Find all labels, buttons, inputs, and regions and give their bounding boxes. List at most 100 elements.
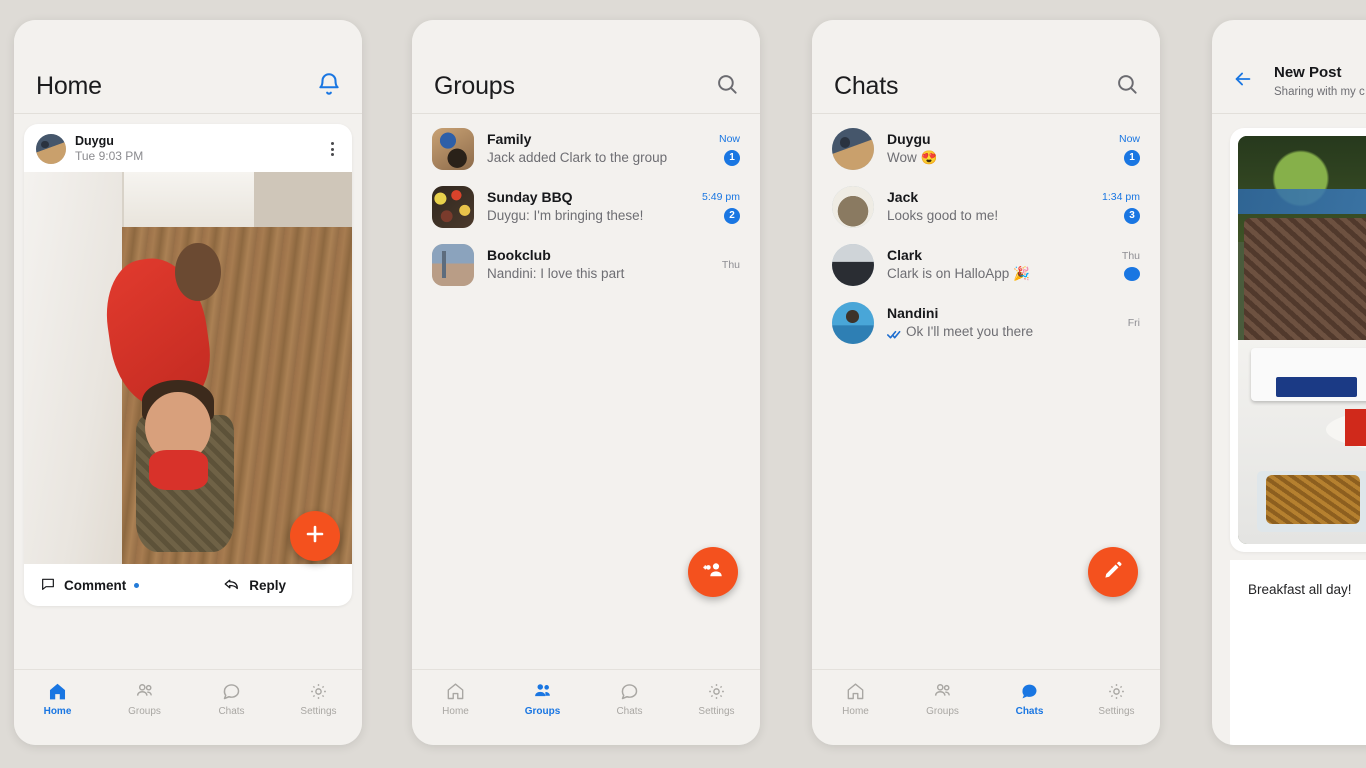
group-preview: Duygu: I'm bringing these! xyxy=(487,208,644,224)
tab-chats[interactable]: Chats xyxy=(586,680,673,717)
timestamp: Fri xyxy=(1127,317,1140,329)
screen-new-post: New Post Sharing with my c Breakfast all xyxy=(1212,20,1366,745)
group-meta: Now 1 xyxy=(696,133,740,166)
groups-list: Family Jack added Clark to the group Now… xyxy=(412,114,760,669)
list-item[interactable]: Jack Looks good to me! 1:34 pm 3 xyxy=(812,178,1160,236)
new-post-body: Breakfast all day! xyxy=(1212,114,1366,745)
avatar xyxy=(832,302,874,344)
list-item[interactable]: Family Jack added Clark to the group Now… xyxy=(412,120,760,178)
unread-badge: 3 xyxy=(1124,207,1140,224)
list-item[interactable]: Clark Clark is on HalloApp 🎉 Thu xyxy=(812,236,1160,294)
timestamp: Thu xyxy=(721,259,740,271)
new-post-caption-area[interactable]: Breakfast all day! xyxy=(1230,560,1366,745)
chat-meta: Now 1 xyxy=(1096,133,1140,166)
home-header: Home xyxy=(14,20,362,114)
chat-meta: Fri xyxy=(1096,317,1140,329)
page-title: Chats xyxy=(834,72,899,100)
tab-label: Groups xyxy=(128,706,161,717)
new-post-fab[interactable] xyxy=(290,511,340,561)
groups-header: Groups xyxy=(412,20,760,114)
new-post-audience: Sharing with my c xyxy=(1274,85,1365,98)
tab-settings[interactable]: Settings xyxy=(673,680,760,717)
bottom-nav-home: Home Groups Chats Settings xyxy=(14,669,362,745)
chats-icon xyxy=(1019,680,1040,702)
tab-chats[interactable]: Chats xyxy=(188,680,275,717)
tab-groups[interactable]: Groups xyxy=(899,680,986,717)
home-feed: Duygu Tue 9:03 PM Comment Reply xyxy=(14,114,362,669)
home-icon xyxy=(445,680,466,702)
reply-button[interactable]: Reply xyxy=(223,575,286,596)
group-thumbnail xyxy=(432,244,474,286)
group-text: Sunday BBQ Duygu: I'm bringing these! xyxy=(487,189,683,225)
chat-name: Jack xyxy=(887,188,919,205)
bottom-nav-groups: Home Groups Chats Settings xyxy=(412,669,760,745)
tab-groups[interactable]: Groups xyxy=(499,680,586,717)
new-post-title: New Post xyxy=(1274,63,1342,81)
screenshot-stage: Home Duygu Tue 9:03 PM Comment Reply Hom… xyxy=(0,0,1366,768)
post-photo[interactable] xyxy=(24,172,352,564)
compose-pencil-icon xyxy=(1102,559,1124,586)
add-group-icon xyxy=(701,558,725,587)
search-icon[interactable] xyxy=(1114,71,1140,97)
tab-label: Settings xyxy=(698,706,735,717)
chat-preview: Ok I'll meet you there xyxy=(906,324,1034,340)
new-post-caption: Breakfast all day! xyxy=(1248,582,1352,597)
chat-name: Nandini xyxy=(887,304,939,321)
read-receipt-icon xyxy=(887,328,901,339)
screen-groups: Groups Family Jack added Clark to the gr… xyxy=(412,20,760,745)
tab-label: Chats xyxy=(1015,706,1044,717)
chat-preview: Clark is on HalloApp 🎉 xyxy=(887,266,1030,282)
chat-preview-wrap: Ok I'll meet you there xyxy=(887,324,1083,341)
chat-text: Nandini Ok I'll meet you there xyxy=(887,305,1083,341)
list-item[interactable]: Duygu Wow 😍 Now 1 xyxy=(812,120,1160,178)
bell-icon[interactable] xyxy=(316,71,342,97)
tab-groups[interactable]: Groups xyxy=(101,680,188,717)
chat-name: Duygu xyxy=(887,130,931,147)
list-item[interactable]: Sunday BBQ Duygu: I'm bringing these! 5:… xyxy=(412,178,760,236)
group-text: Family Jack added Clark to the group xyxy=(487,131,683,167)
search-icon[interactable] xyxy=(714,71,740,97)
group-thumbnail xyxy=(432,128,474,170)
tab-label: Chats xyxy=(616,706,643,717)
tab-home[interactable]: Home xyxy=(412,680,499,717)
comment-button[interactable]: Comment xyxy=(40,576,140,595)
tab-label: Home xyxy=(842,706,869,717)
new-post-photo[interactable] xyxy=(1238,136,1366,544)
new-chat-fab[interactable] xyxy=(1088,547,1138,597)
unread-badge: 1 xyxy=(724,149,740,166)
timestamp: Now xyxy=(718,132,740,145)
tab-settings[interactable]: Settings xyxy=(275,680,362,717)
gear-icon xyxy=(308,680,329,702)
kebab-menu-icon[interactable] xyxy=(324,138,340,160)
tab-home[interactable]: Home xyxy=(812,680,899,717)
group-meta: Thu xyxy=(696,259,740,271)
tab-chats[interactable]: Chats xyxy=(986,680,1073,717)
chat-meta: 1:34 pm 3 xyxy=(1096,191,1140,224)
avatar[interactable] xyxy=(36,134,66,164)
groups-icon xyxy=(932,680,954,702)
group-name: Bookclub xyxy=(487,246,551,263)
tab-home[interactable]: Home xyxy=(14,680,101,717)
back-arrow-icon[interactable] xyxy=(1232,68,1254,95)
chat-name: Clark xyxy=(887,246,923,263)
list-item[interactable]: Bookclub Nandini: I love this part Thu xyxy=(412,236,760,294)
chat-text: Duygu Wow 😍 xyxy=(887,131,1083,167)
tab-settings[interactable]: Settings xyxy=(1073,680,1160,717)
group-meta: 5:49 pm 2 xyxy=(696,191,740,224)
tab-label: Groups xyxy=(926,706,959,717)
home-icon xyxy=(47,680,68,702)
avatar xyxy=(832,186,874,228)
new-post-media-card[interactable] xyxy=(1230,128,1366,552)
chats-icon xyxy=(221,680,242,702)
chats-icon xyxy=(619,680,640,702)
bottom-nav-chats: Home Groups Chats Settings xyxy=(812,669,1160,745)
chats-header: Chats xyxy=(812,20,1160,114)
screen-home: Home Duygu Tue 9:03 PM Comment Reply Hom… xyxy=(14,20,362,745)
list-item[interactable]: Nandini Ok I'll meet you there Fri xyxy=(812,294,1160,352)
new-group-fab[interactable] xyxy=(688,547,738,597)
avatar xyxy=(832,128,874,170)
tab-label: Groups xyxy=(524,706,561,717)
timestamp: 5:49 pm xyxy=(702,190,740,203)
unread-badge: 1 xyxy=(1124,149,1140,166)
tab-label: Settings xyxy=(300,706,337,717)
